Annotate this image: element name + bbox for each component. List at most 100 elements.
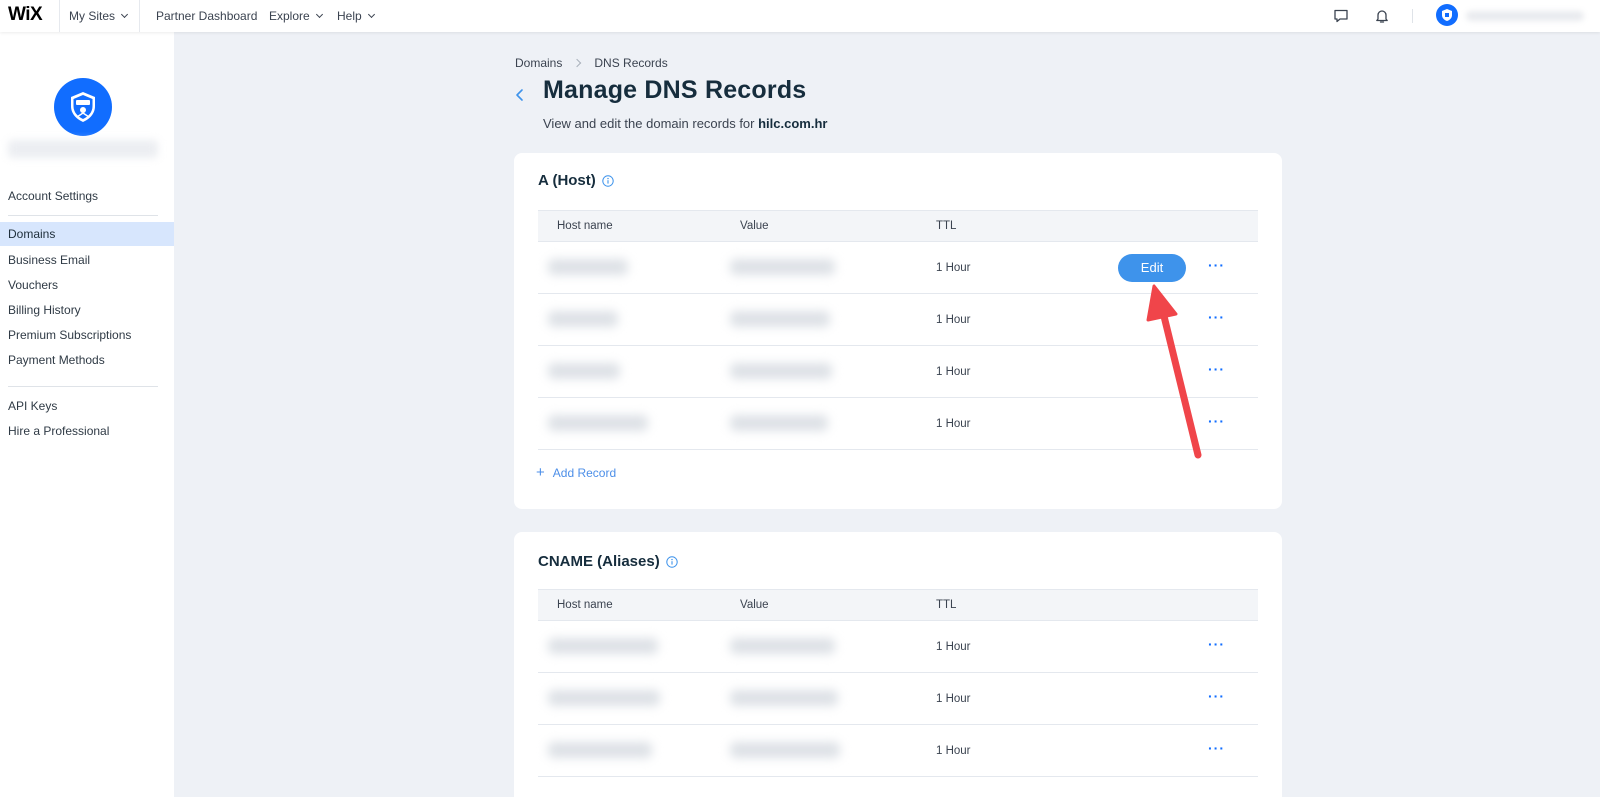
value-redacted [730, 690, 838, 706]
divider [1412, 9, 1413, 23]
table-row: 1 Hour ··· [538, 725, 1258, 777]
value-redacted [730, 415, 828, 431]
table-row: 1 Hour Edit ··· [538, 242, 1258, 294]
ttl-value: 1 Hour [936, 418, 971, 430]
ttl-value: 1 Hour [936, 641, 971, 653]
col-host-name: Host name [557, 599, 613, 611]
back-arrow-icon[interactable] [514, 87, 526, 103]
wix-logo[interactable]: WiX [8, 4, 43, 26]
chevron-down-icon [315, 10, 323, 19]
user-avatar[interactable] [1436, 4, 1458, 26]
host-name-redacted [548, 311, 618, 327]
table-row: 1 Hour ··· [538, 398, 1258, 450]
value-redacted [730, 311, 830, 327]
value-redacted [730, 363, 832, 379]
sidebar-item-api-keys[interactable]: API Keys [0, 394, 174, 418]
info-icon[interactable] [602, 174, 614, 187]
subtitle-text: View and edit the domain records for [543, 116, 759, 131]
ttl-value: 1 Hour [936, 314, 971, 326]
col-ttl: TTL [936, 220, 957, 232]
more-options-button[interactable]: ··· [1208, 636, 1225, 652]
sidebar: Account Settings Domains Business Email … [0, 32, 174, 797]
sidebar-item-domains[interactable]: Domains [0, 222, 174, 246]
divider [8, 215, 158, 216]
more-options-button[interactable]: ··· [1208, 413, 1225, 429]
page-title: Manage DNS Records [543, 76, 807, 104]
sidebar-item-payment-methods[interactable]: Payment Methods [0, 348, 174, 372]
col-value: Value [740, 599, 769, 611]
breadcrumb-dns-records: DNS Records [594, 56, 668, 70]
table-row: 1 Hour ··· [538, 621, 1258, 673]
add-record-button[interactable]: + Add Record [536, 464, 616, 481]
more-options-button[interactable]: ··· [1208, 740, 1225, 756]
help-label: Help [337, 9, 362, 23]
page-subtitle: View and edit the domain records for hil… [543, 116, 827, 131]
chat-icon[interactable] [1332, 7, 1350, 25]
cname-records-title: CNAME (Aliases) [538, 553, 678, 570]
table-header: Host name Value TTL [538, 210, 1258, 242]
divider [8, 386, 158, 387]
info-icon[interactable] [666, 555, 678, 568]
edit-button[interactable]: Edit [1118, 254, 1186, 282]
shield-icon [1442, 9, 1452, 21]
more-options-button[interactable]: ··· [1208, 361, 1225, 377]
table-row: 1 Hour ··· [538, 673, 1258, 725]
ttl-value: 1 Hour [936, 745, 971, 757]
sidebar-item-billing-history[interactable]: Billing History [0, 298, 174, 322]
value-redacted [730, 742, 840, 758]
partner-dashboard-link[interactable]: Partner Dashboard [156, 0, 257, 32]
explore-menu[interactable]: Explore [269, 0, 323, 32]
plus-icon: + [536, 464, 545, 481]
value-redacted [730, 259, 835, 275]
ttl-value: 1 Hour [936, 693, 971, 705]
shield-logo-icon [71, 92, 95, 122]
my-sites-label: My Sites [69, 9, 116, 23]
host-name-redacted [548, 259, 628, 275]
divider [139, 0, 140, 32]
host-name-redacted [548, 638, 658, 654]
sidebar-item-vouchers[interactable]: Vouchers [0, 273, 174, 297]
host-name-redacted [548, 690, 660, 706]
chevron-right-icon [573, 58, 582, 68]
account-avatar [54, 78, 112, 136]
sidebar-item-hire-a-professional[interactable]: Hire a Professional [0, 419, 174, 443]
help-menu[interactable]: Help [337, 0, 375, 32]
cname-records-heading: CNAME (Aliases) [538, 553, 660, 570]
bell-icon[interactable] [1373, 7, 1391, 25]
ttl-value: 1 Hour [936, 262, 971, 274]
sidebar-item-account-settings[interactable]: Account Settings [0, 184, 174, 208]
value-redacted [730, 638, 835, 654]
cname-records-card: CNAME (Aliases) Host name Value TTL 1 Ho… [514, 532, 1282, 797]
col-ttl: TTL [936, 599, 957, 611]
partner-dashboard-label: Partner Dashboard [156, 9, 258, 23]
add-record-label: Add Record [552, 465, 617, 480]
a-records-title: A (Host) [538, 172, 614, 189]
more-options-button[interactable]: ··· [1208, 257, 1225, 273]
sidebar-item-premium-subscriptions[interactable]: Premium Subscriptions [0, 323, 174, 347]
my-sites-menu[interactable]: My Sites [69, 0, 129, 32]
divider [59, 0, 60, 32]
table-row: 1 Hour ··· [538, 294, 1258, 346]
domain-name: hilc.com.hr [758, 116, 828, 131]
a-records-card: A (Host) Host name Value TTL 1 Hour Edit… [514, 153, 1282, 509]
table-header: Host name Value TTL [538, 589, 1258, 621]
breadcrumb-domains[interactable]: Domains [515, 56, 562, 70]
chevron-down-icon [367, 10, 375, 19]
table-row: 1 Hour ··· [538, 346, 1258, 398]
a-records-heading: A (Host) [538, 172, 596, 189]
more-options-button[interactable]: ··· [1208, 688, 1225, 704]
sidebar-item-business-email[interactable]: Business Email [0, 248, 174, 272]
col-value: Value [740, 220, 769, 232]
user-name-redacted [1466, 11, 1584, 21]
breadcrumb: Domains DNS Records [515, 56, 668, 70]
chevron-down-icon [120, 10, 129, 19]
top-bar: WiX My Sites Partner Dashboard Explore H… [0, 0, 1600, 32]
ttl-value: 1 Hour [936, 366, 971, 378]
host-name-redacted [548, 415, 648, 431]
explore-label: Explore [269, 9, 310, 23]
col-host-name: Host name [557, 220, 613, 232]
host-name-redacted [548, 363, 620, 379]
more-options-button[interactable]: ··· [1208, 309, 1225, 325]
host-name-redacted [548, 742, 652, 758]
account-name-redacted [8, 140, 158, 158]
